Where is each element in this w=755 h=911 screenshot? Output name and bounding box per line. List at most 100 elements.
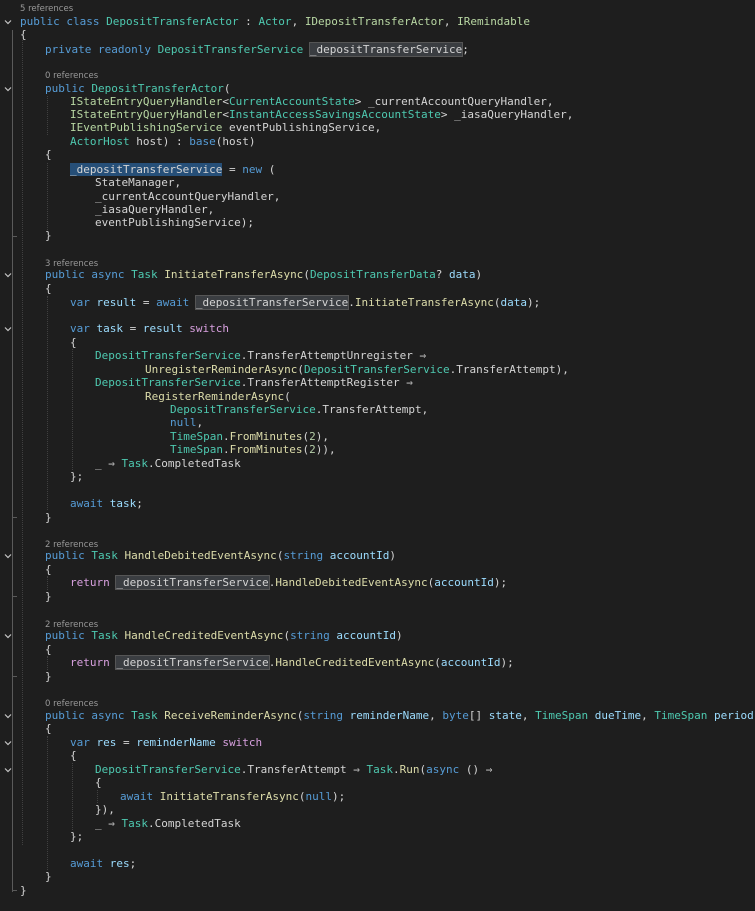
code-line[interactable]: public DepositTransferActor( <box>45 82 230 95</box>
code-token: new <box>242 163 269 176</box>
code-token: DepositTransferService <box>170 403 316 416</box>
highlighted-token: _depositTransferService <box>115 575 270 590</box>
code-token: return <box>70 576 117 589</box>
code-token: await <box>120 790 160 803</box>
code-line[interactable]: public class DepositTransferActor : Acto… <box>20 15 530 28</box>
code-line[interactable]: { <box>70 336 77 349</box>
code-line[interactable]: } <box>45 590 52 603</box>
code-token: Task <box>121 817 149 830</box>
code-line[interactable]: { <box>45 643 52 656</box>
code-token: _ ⇒ <box>95 457 122 470</box>
code-token: , <box>641 709 655 722</box>
code-line[interactable]: IStateEntryQueryHandler<CurrentAccountSt… <box>70 95 553 108</box>
code-line[interactable]: await task; <box>70 497 143 510</box>
code-line[interactable]: DepositTransferService.TransferAttemptRe… <box>95 376 413 389</box>
code-line[interactable]: } <box>20 884 27 897</box>
code-line[interactable]: } <box>45 229 52 242</box>
codelens-references[interactable]: 0 references <box>45 71 98 81</box>
code-token: TimeSpan <box>170 443 223 456</box>
chevron-down-icon[interactable] <box>3 84 13 94</box>
code-line[interactable]: StateManager, <box>95 176 181 189</box>
code-line[interactable]: _depositTransferService = new ( <box>70 163 275 176</box>
code-line[interactable]: { <box>20 28 27 41</box>
code-line[interactable]: null, <box>170 416 203 429</box>
code-line[interactable]: var res = reminderName switch <box>70 736 262 749</box>
code-line[interactable]: DepositTransferService.TransferAttempt ⇒… <box>95 763 492 776</box>
code-token: null <box>305 790 332 803</box>
chevron-down-icon[interactable] <box>3 551 13 561</box>
chevron-down-icon[interactable] <box>3 738 13 748</box>
code-token: InitiateTransferAsync <box>164 268 304 281</box>
code-line[interactable]: { <box>45 148 52 161</box>
code-line[interactable]: IEventPublishingService eventPublishingS… <box>70 121 381 134</box>
code-token: > _currentAccountQueryHandler, <box>354 95 554 108</box>
code-line[interactable]: { <box>95 776 102 789</box>
code-line[interactable]: { <box>45 722 52 735</box>
code-line[interactable]: }; <box>70 470 83 483</box>
code-token: , <box>443 15 458 28</box>
code-line[interactable]: var task = result switch <box>70 322 229 335</box>
code-token: class <box>66 15 107 28</box>
code-token: Actor <box>258 15 292 28</box>
code-line[interactable]: private readonly DepositTransferService … <box>45 42 469 57</box>
code-line[interactable]: { <box>45 282 52 295</box>
code-line[interactable]: _iasaQueryHandler, <box>95 203 214 216</box>
code-token: ( <box>303 268 310 281</box>
code-token: , <box>521 709 536 722</box>
chevron-down-icon[interactable] <box>3 765 13 775</box>
code-token: IRemindable <box>457 15 530 28</box>
code-line[interactable]: public async Task ReceiveReminderAsync(s… <box>45 709 755 722</box>
code-line[interactable]: _ ⇒ Task.CompletedTask <box>95 457 241 470</box>
code-token: { <box>20 28 27 41</box>
highlighted-token: _depositTransferService <box>70 163 223 176</box>
code-line[interactable]: public Task HandleCreditedEventAsync(str… <box>45 629 403 642</box>
code-line[interactable]: { <box>70 749 77 762</box>
code-line[interactable]: var result = await _depositTransferServi… <box>70 295 540 310</box>
code-token: host) : <box>136 135 190 148</box>
code-line[interactable]: await InitiateTransferAsync(null); <box>120 790 345 803</box>
code-line[interactable]: } <box>45 511 52 524</box>
code-line[interactable]: await res; <box>70 857 136 870</box>
code-line[interactable]: } <box>45 670 52 683</box>
code-line[interactable]: public async Task InitiateTransferAsync(… <box>45 268 482 281</box>
chevron-down-icon[interactable] <box>3 711 13 721</box>
code-line[interactable]: TimeSpan.FromMinutes(2)), <box>170 443 336 456</box>
codelens-references[interactable]: 5 references <box>20 4 73 14</box>
code-token: { <box>45 148 52 161</box>
code-line[interactable]: return _depositTransferService.HandleDeb… <box>70 575 507 590</box>
code-line[interactable]: } <box>45 870 52 883</box>
code-token: .CompletedTask <box>148 457 241 470</box>
code-token: _currentAccountQueryHandler, <box>95 190 281 203</box>
code-token: IEventPublishingService <box>70 121 229 134</box>
code-line[interactable]: public Task HandleDebitedEventAsync(stri… <box>45 549 396 562</box>
code-line[interactable]: _currentAccountQueryHandler, <box>95 190 280 203</box>
chevron-down-icon[interactable] <box>3 631 13 641</box>
code-token: HandleCreditedEventAsync <box>275 656 435 669</box>
code-token: , <box>291 15 305 28</box>
code-token: data <box>500 296 528 309</box>
code-editor[interactable]: 5 references 0 references 3 references 2 re… <box>0 0 755 911</box>
code-line[interactable]: }; <box>70 830 83 843</box>
code-line[interactable]: DepositTransferService.TransferAttemptUn… <box>95 349 426 362</box>
code-line[interactable]: eventPublishingService); <box>95 216 254 229</box>
code-line[interactable]: IStateEntryQueryHandler<InstantAccessSav… <box>70 108 573 121</box>
code-line[interactable]: _ ⇒ Task.CompletedTask <box>95 817 241 830</box>
code-line[interactable]: TimeSpan.FromMinutes(2), <box>170 430 329 443</box>
code-line[interactable]: UnregisterReminderAsync(DepositTransferS… <box>145 363 569 376</box>
code-token: { <box>45 722 52 735</box>
code-line[interactable]: RegisterReminderAsync( <box>145 390 291 403</box>
chevron-down-icon[interactable] <box>3 270 13 280</box>
code-line[interactable]: return _depositTransferService.HandleCre… <box>70 655 514 670</box>
code-line[interactable]: ActorHost host) : base(host) <box>70 135 255 148</box>
codelens-references[interactable]: 0 references <box>45 699 98 709</box>
code-token: _ ⇒ <box>95 817 122 830</box>
code-token: } <box>45 870 52 883</box>
code-line[interactable]: { <box>45 563 52 576</box>
chevron-down-icon[interactable] <box>3 324 13 334</box>
code-token: .TransferAttemptUnregister ⇒ <box>240 349 427 362</box>
code-line[interactable]: }), <box>95 803 115 816</box>
code-token: > _iasaQueryHandler, <box>440 108 574 121</box>
chevron-down-icon[interactable] <box>3 17 13 27</box>
code-token: ; <box>136 497 143 510</box>
code-line[interactable]: DepositTransferService.TransferAttempt, <box>170 403 428 416</box>
